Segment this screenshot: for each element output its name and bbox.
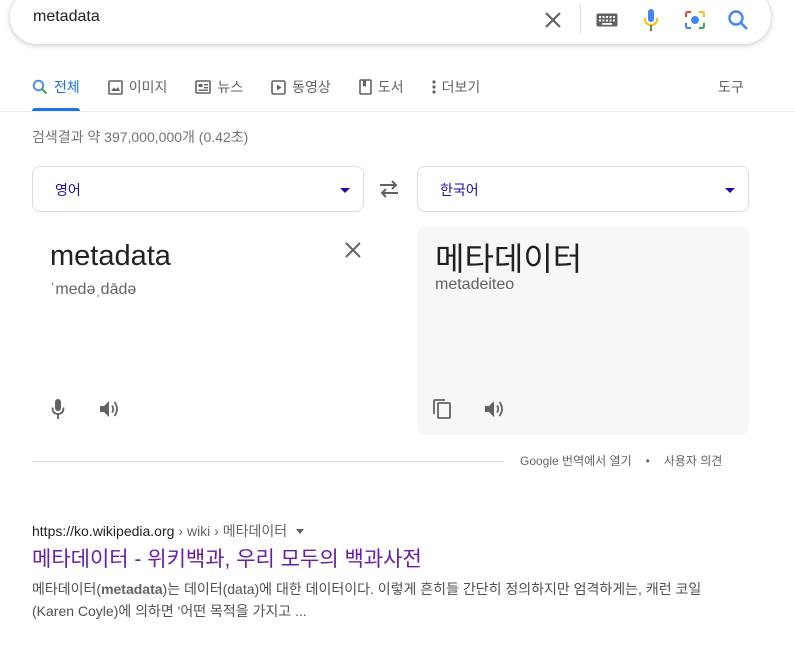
- snippet-highlight: metadata: [101, 581, 163, 597]
- target-language-label: 한국어: [440, 182, 479, 198]
- tab-books[interactable]: 도서: [359, 77, 404, 97]
- keyboard-icon[interactable]: [595, 8, 619, 32]
- copy-icon[interactable]: [429, 396, 455, 422]
- result-stats: 검색결과 약 397,000,000개 (0.42초): [32, 129, 249, 145]
- searchbar-divider: [580, 4, 581, 34]
- snippet-text: 메타데이터(: [32, 581, 102, 597]
- dropdown-arrow-icon: [725, 188, 735, 193]
- tab-images[interactable]: 이미지: [107, 77, 168, 97]
- search-bar[interactable]: metadata: [10, 0, 771, 44]
- swap-languages-icon[interactable]: [377, 179, 401, 199]
- source-phonetic: ˈmedəˌdādə: [50, 281, 137, 298]
- search-tabs: 전체 이미지 뉴스 동영상 도서 더보기: [32, 77, 508, 112]
- result-path: › wiki › 메타데이터: [178, 523, 288, 539]
- target-language-select[interactable]: 한국어: [417, 166, 749, 212]
- result-domain[interactable]: https://ko.wikipedia.org: [32, 523, 174, 539]
- translate-footer: Google 번역에서 열기 • 사용자 의견: [520, 452, 722, 469]
- book-icon: [359, 79, 372, 95]
- search-input[interactable]: metadata: [33, 8, 100, 26]
- tab-label: 이미지: [128, 79, 168, 95]
- more-vert-icon: [431, 80, 436, 94]
- translation-output-panel: 메타데이터 metadeiteo: [417, 226, 749, 435]
- clear-search-icon[interactable]: [541, 8, 565, 32]
- video-icon: [271, 79, 286, 95]
- source-language-label: 영어: [55, 182, 81, 198]
- tab-videos[interactable]: 동영상: [271, 77, 331, 97]
- source-language-select[interactable]: 영어: [32, 166, 364, 212]
- tab-more[interactable]: 더보기: [431, 77, 481, 97]
- tab-label: 도서: [377, 79, 404, 95]
- tab-label: 동영상: [292, 79, 331, 95]
- tab-label: 더보기: [441, 79, 481, 95]
- speaker-icon[interactable]: [97, 396, 123, 422]
- microphone-icon[interactable]: [45, 396, 71, 422]
- voice-search-icon[interactable]: [639, 8, 663, 32]
- image-icon: [107, 79, 123, 95]
- feedback-link[interactable]: 사용자 의견: [664, 452, 723, 469]
- tab-label: 뉴스: [217, 79, 244, 95]
- camera-search-icon[interactable]: [683, 8, 707, 32]
- result-snippet: 메타데이터(metadata)는 데이터(data)에 대한 데이터이다. 이렇…: [32, 578, 712, 622]
- search-icon: [32, 79, 48, 95]
- translate-divider: [32, 461, 504, 462]
- tab-all[interactable]: 전체: [32, 77, 80, 111]
- target-romanization: metadeiteo: [435, 276, 515, 293]
- tools-button[interactable]: 도구: [718, 77, 744, 97]
- speaker-icon[interactable]: [482, 396, 508, 422]
- result-title-link[interactable]: 메타데이터 - 위키백과, 우리 모두의 백과사전: [32, 543, 422, 573]
- cite-menu-arrow-icon[interactable]: [296, 528, 305, 534]
- dropdown-arrow-icon: [340, 188, 350, 193]
- separator-dot: •: [645, 453, 650, 468]
- tab-news[interactable]: 뉴스: [195, 77, 243, 97]
- source-text[interactable]: metadata: [50, 240, 171, 273]
- news-icon: [195, 80, 212, 94]
- clear-source-icon[interactable]: [343, 240, 365, 262]
- tab-label: 전체: [54, 79, 80, 95]
- result-cite: https://ko.wikipedia.org › wiki › 메타데이터: [32, 521, 305, 541]
- search-icon[interactable]: [726, 8, 750, 32]
- target-text: 메타데이터: [435, 241, 583, 277]
- tabs-divider: [0, 111, 795, 112]
- open-in-translate-link[interactable]: Google 번역에서 열기: [520, 452, 632, 469]
